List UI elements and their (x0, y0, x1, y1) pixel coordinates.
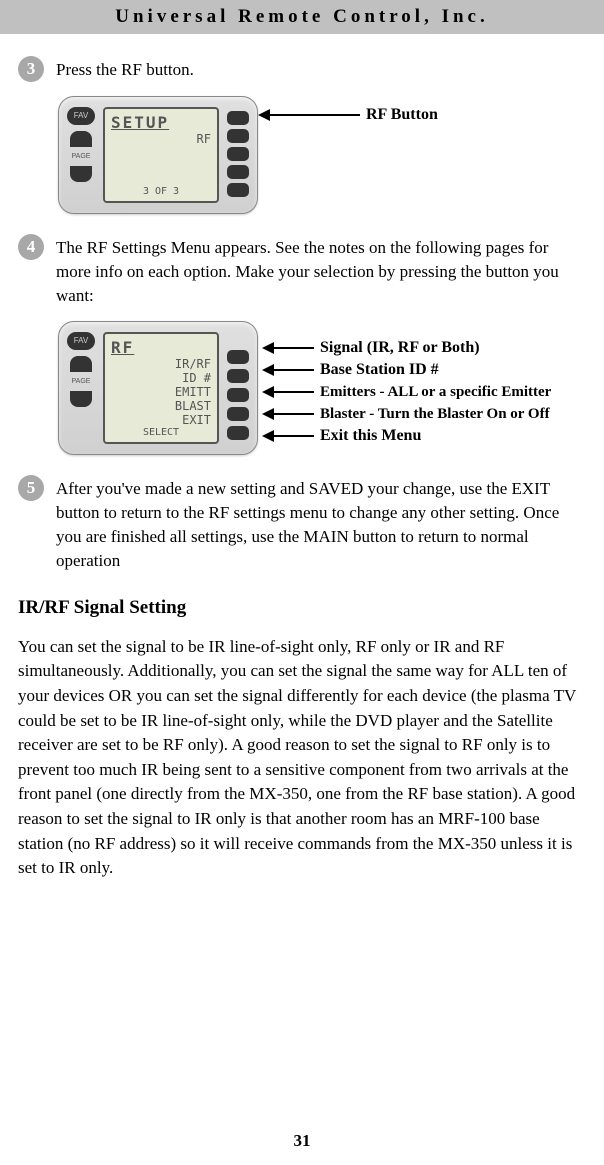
soft-button (227, 369, 249, 383)
lcd-footer-2: SELECT (111, 427, 211, 438)
step-text-3: Press the RF button. (56, 56, 586, 82)
figure-setup-screen: FAV PAGE SETUP RF 3 OF 3 RF Button (58, 96, 586, 214)
body-paragraph: You can set the signal to be IR line-of-… (18, 635, 586, 881)
page-up-button (70, 356, 92, 372)
arrow-line (274, 347, 314, 349)
arrow-line (274, 391, 314, 393)
callout-emitters: Emitters - ALL or a specific Emitter (262, 383, 551, 401)
page-down-button (70, 166, 92, 182)
soft-buttons-1 (227, 107, 249, 203)
section-title-irrf: IR/RF Signal Setting (18, 597, 586, 619)
step-text-4: The RF Settings Menu appears. See the no… (56, 234, 586, 307)
page-label: PAGE (72, 153, 91, 160)
arrow-line (274, 413, 314, 415)
callout-base-id: Base Station ID # (262, 361, 551, 379)
lcd-line-irrf: IR/RF (111, 357, 211, 371)
remote-graphic-1: FAV PAGE SETUP RF 3 OF 3 (58, 96, 258, 214)
arrow-head-icon (262, 408, 274, 420)
soft-button (227, 350, 249, 364)
soft-button (227, 407, 249, 421)
step-number-5: 5 (18, 475, 44, 501)
step-number-3: 3 (18, 56, 44, 82)
soft-button (227, 147, 249, 161)
step-text-5: After you've made a new setting and SAVE… (56, 475, 586, 572)
callout-text-emitters: Emitters - ALL or a specific Emitter (320, 384, 551, 401)
callout-text-exit: Exit this Menu (320, 427, 421, 445)
arrow-head-icon (262, 364, 274, 376)
remote-left-buttons-2: FAV PAGE (67, 332, 95, 444)
step-3: 3 Press the RF button. (18, 56, 586, 82)
lcd-line-id: ID # (111, 371, 211, 385)
figure-rf-menu: FAV PAGE RF IR/RF ID # EMITT BLAST EXIT … (58, 321, 586, 455)
lcd-line-exit: EXIT (111, 413, 211, 427)
arrow-line (274, 435, 314, 437)
lcd-screen-1: SETUP RF 3 OF 3 (103, 107, 219, 203)
soft-button (227, 129, 249, 143)
page-header: Universal Remote Control, Inc. (0, 0, 604, 34)
callout-exit: Exit this Menu (262, 427, 551, 445)
arrow-head-icon (262, 342, 274, 354)
step-number-4: 4 (18, 234, 44, 260)
step-5: 5 After you've made a new setting and SA… (18, 475, 586, 572)
arrow-head-icon (258, 109, 270, 121)
arrow-line (274, 369, 314, 371)
fav-button: FAV (67, 332, 95, 350)
callouts-column: Signal (IR, RF or Both) Base Station ID … (262, 321, 551, 445)
callout-text-base-id: Base Station ID # (320, 361, 439, 379)
callout-arrow-rf: RF Button (258, 106, 438, 124)
callout-rf-button: RF Button (366, 106, 438, 124)
fav-button: FAV (67, 107, 95, 125)
remote-graphic-2: FAV PAGE RF IR/RF ID # EMITT BLAST EXIT … (58, 321, 258, 455)
soft-button (227, 111, 249, 125)
arrow-head-icon (262, 430, 274, 442)
soft-button (227, 426, 249, 440)
lcd-title-1: SETUP (111, 113, 211, 132)
lcd-footer-1: 3 OF 3 (111, 186, 211, 197)
page-number: 31 (0, 1131, 604, 1151)
soft-button (227, 388, 249, 402)
soft-button (227, 165, 249, 179)
callout-text-blaster: Blaster - Turn the Blaster On or Off (320, 406, 550, 423)
soft-buttons-2 (227, 332, 249, 444)
lcd-rf-line: RF (111, 132, 211, 146)
step-4: 4 The RF Settings Menu appears. See the … (18, 234, 586, 307)
page-down-button (70, 391, 92, 407)
callout-blaster: Blaster - Turn the Blaster On or Off (262, 405, 551, 423)
remote-left-buttons: FAV PAGE (67, 107, 95, 203)
lcd-line-emitt: EMITT (111, 385, 211, 399)
arrow-line (270, 114, 360, 116)
soft-button (227, 183, 249, 197)
callout-signal: Signal (IR, RF or Both) (262, 339, 551, 357)
lcd-line-blast: BLAST (111, 399, 211, 413)
page-up-button (70, 131, 92, 147)
page-content: 3 Press the RF button. FAV PAGE SETUP RF… (0, 34, 604, 881)
lcd-screen-2: RF IR/RF ID # EMITT BLAST EXIT SELECT (103, 332, 219, 444)
arrow-head-icon (262, 386, 274, 398)
callout-text-signal: Signal (IR, RF or Both) (320, 339, 480, 357)
page-label: PAGE (72, 378, 91, 385)
lcd-title-2: RF (111, 338, 211, 357)
